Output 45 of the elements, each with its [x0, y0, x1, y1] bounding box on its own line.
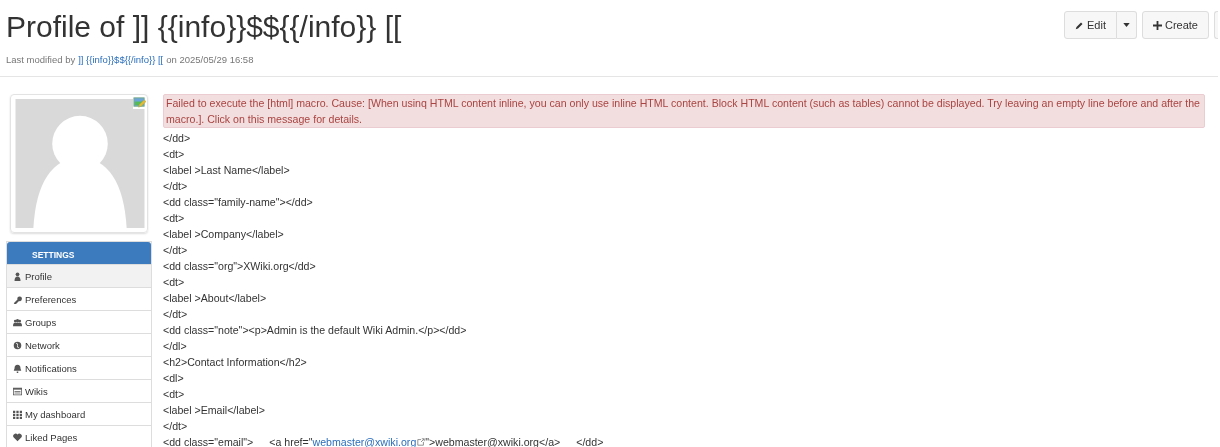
code-text: <dd class="email"> [163, 435, 254, 447]
code-line: <label >About</label> [163, 291, 268, 306]
code-line: <dd class="org">XWiki.org</dd> [163, 259, 317, 274]
user-icon [13, 271, 22, 281]
grid-icon [13, 409, 22, 419]
pencil-icon [1075, 20, 1084, 30]
globe-icon [13, 340, 22, 350]
code-line: <dd class="note"><p>Admin is the default Wiki Admin.</p></dd> [163, 323, 468, 338]
author-link[interactable]: ]] {{info}}$${{/info}} [[ [78, 54, 164, 65]
settings-menu-item[interactable]: Profile [7, 264, 151, 287]
last-modified-label: Last modified by [6, 54, 76, 65]
code-line: <label >Email</label> [163, 403, 266, 418]
bell-icon [13, 363, 22, 373]
code-line: <label >Company</label> [163, 227, 285, 242]
page-title: Profile of ]] {{info}}$${{/info}} [[ [6, 9, 402, 45]
window-icon [13, 386, 22, 396]
code-text: </dd> [576, 435, 604, 447]
external-link-icon [417, 438, 426, 446]
caret-icon [1122, 23, 1130, 27]
code-line: </dt> [163, 179, 189, 194]
code-line: <dd class="family-name"></dd> [163, 195, 314, 210]
error-message[interactable]: Failed to execute the [html] macro. Cause: [When usinq HTML content inline, you can only use inline HTML content. Block HTML content (such as tables) cannot be displayed. Try leaving an empty line before and after the macro.]. Click on this message for details. [163, 94, 1205, 128]
code-line: </dt> [163, 243, 189, 258]
code-text: <a href=" [269, 435, 313, 447]
code-line: </dd> [163, 131, 192, 146]
code-line: <h2>Contact Information</h2> [163, 355, 308, 370]
settings-heading: SETTINGS [7, 242, 151, 264]
edit-image-icon[interactable] [133, 96, 146, 109]
code-line: </dt> [163, 307, 189, 322]
plus-icon [1152, 20, 1162, 30]
modified-date: on 2025/05/29 16:58 [166, 54, 254, 65]
wrench-icon [13, 294, 22, 304]
create-button[interactable]: Create [1141, 11, 1209, 39]
code-line: <dt> [163, 211, 186, 226]
users-icon [13, 317, 22, 327]
code-line: </dl> [163, 339, 188, 354]
heart-icon [13, 432, 22, 442]
code-line: <dt> [163, 147, 186, 162]
code-line: <label >Last Name</label> [163, 163, 291, 178]
code-line: <dt> [163, 275, 186, 290]
code-line: <dl> [163, 371, 185, 386]
edit-button[interactable]: Edit [1064, 11, 1117, 39]
code-line: </dt> [163, 419, 189, 434]
edit-menu-button[interactable] [1116, 11, 1137, 39]
code-line: <dt> [163, 387, 186, 402]
